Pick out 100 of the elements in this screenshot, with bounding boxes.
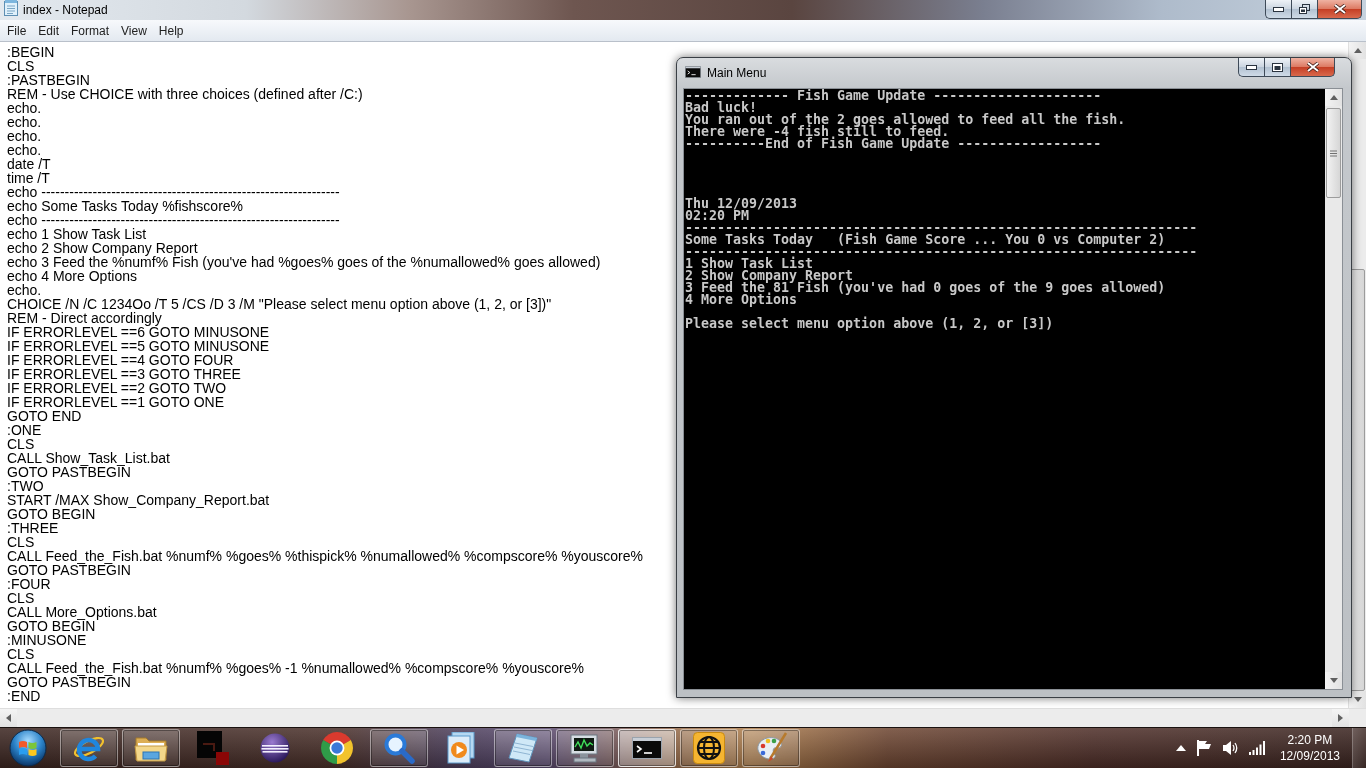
squares-icon — [197, 731, 229, 765]
right-arrow-icon — [1338, 714, 1343, 722]
code-line: IF ERRORLEVEL ==6 GOTO MINUSONE — [7, 325, 270, 339]
code-line: echo. — [7, 129, 42, 143]
code-line: echo 1 Show Task List — [7, 227, 147, 241]
minimize-button[interactable] — [1265, 0, 1291, 19]
menu-item[interactable]: Edit — [32, 21, 66, 40]
code-line: CLS — [7, 535, 35, 549]
taskbar-button[interactable] — [370, 729, 428, 767]
taskbar-button[interactable] — [122, 729, 180, 767]
code-line: echo Some Tasks Today %fishscore% — [7, 199, 244, 213]
menu-item[interactable]: File — [1, 21, 33, 40]
console-line: ------------- Fish Game Update --------------------- — [685, 90, 1102, 102]
code-line: IF ERRORLEVEL ==3 GOTO THREE — [7, 367, 241, 381]
scroll-up-button[interactable] — [1349, 42, 1366, 59]
code-line: :MINUSONE — [7, 633, 87, 647]
code-line: GOTO END — [7, 409, 82, 423]
palette-icon — [754, 732, 788, 764]
striped-sphere-icon — [260, 733, 290, 763]
menu-item[interactable]: Help — [152, 21, 190, 40]
show-desktop-button[interactable] — [1352, 728, 1366, 768]
code-line: date /T — [7, 157, 51, 171]
close-button[interactable] — [1317, 0, 1362, 19]
caret-up-icon — [1175, 745, 1186, 751]
code-line: echo. — [7, 115, 42, 129]
code-line: REM - Use CHOICE with three choices (defined after /C:) — [7, 87, 363, 101]
console-line: 4 More Options — [685, 294, 798, 306]
code-line: CHOICE /N /C 1234Oo /T 5 /CS /D 3 /M "Please select menu option above (1, 2, or [3])" — [7, 297, 552, 311]
notepad-icon — [4, 0, 18, 16]
code-line: :BEGIN — [7, 45, 55, 59]
menu-item[interactable]: View — [115, 21, 153, 40]
scroll-down-button[interactable] — [1349, 691, 1366, 708]
down-arrow-icon — [1329, 678, 1338, 683]
play-icon — [446, 732, 476, 764]
code-line: time /T — [7, 171, 50, 185]
console-line: ----------End of Fish Game Update ------------------ — [685, 138, 1102, 150]
restore-icon — [1299, 4, 1310, 14]
code-line: GOTO PASTBEGIN — [7, 563, 131, 577]
code-line: echo ---------------------------------------------------------------- — [7, 185, 340, 199]
menu-item[interactable]: Format — [65, 21, 116, 40]
vertical-scrollbar[interactable] — [1325, 89, 1342, 689]
console-line: Some Tasks Today (Fish Game Score ... You 0 vs Computer 2) — [685, 234, 1166, 246]
up-arrow-icon — [1329, 95, 1338, 100]
code-line: CALL Feed_the_Fish.bat %numf% %goes% %thispick% %numallowed% %compscore% %youscore% — [7, 549, 643, 563]
minimize-icon — [1273, 6, 1284, 12]
code-line: GOTO PASTBEGIN — [7, 465, 131, 479]
taskbar-button[interactable] — [556, 729, 614, 767]
grip-icon — [1330, 149, 1337, 157]
restore-button[interactable] — [1291, 0, 1317, 19]
code-line: IF ERRORLEVEL ==2 GOTO TWO — [7, 381, 227, 395]
segmented-circle-icon — [321, 732, 353, 764]
window-title: index - Notepad — [23, 3, 108, 17]
scroll-up-button[interactable] — [1325, 89, 1342, 106]
code-line: echo 4 More Options — [7, 269, 137, 283]
code-line: GOTO BEGIN — [7, 619, 96, 633]
console-line: Please select menu option above (1, 2, or [3]) — [685, 318, 1054, 330]
code-line: GOTO BEGIN — [7, 507, 96, 521]
minimize-button[interactable] — [1238, 58, 1264, 77]
code-line: CALL Show_Task_List.bat — [7, 451, 170, 465]
magnifier-icon — [383, 732, 415, 764]
code-line: echo. — [7, 283, 42, 297]
console-line: Thu 12/09/2013 — [685, 198, 798, 210]
flag-icon — [1195, 740, 1212, 756]
code-line: IF ERRORLEVEL ==5 GOTO MINUSONE — [7, 339, 270, 353]
code-line: CALL More_Options.bat — [7, 605, 157, 619]
scroll-right-button[interactable] — [1332, 709, 1349, 727]
maximize-icon — [1272, 62, 1283, 72]
code-line: CLS — [7, 591, 35, 605]
code-line: :END — [7, 689, 41, 703]
globe-icon — [693, 732, 725, 764]
code-line: CLS — [7, 647, 35, 661]
code-line: echo ---------------------------------------------------------------- — [7, 213, 340, 227]
minimize-icon — [1246, 64, 1257, 70]
maximize-button[interactable] — [1264, 58, 1290, 77]
code-line: echo. — [7, 101, 42, 115]
taskbar-button[interactable] — [618, 729, 676, 767]
code-line: echo. — [7, 143, 42, 157]
speaker-icon — [1221, 740, 1239, 756]
taskbar-button[interactable] — [494, 729, 552, 767]
clock-button[interactable]: 2:20 PM 12/09/2013 — [1273, 732, 1346, 764]
console-line: 1 Show Task List — [685, 258, 814, 270]
scroll-thumb[interactable] — [1326, 108, 1341, 198]
code-line: IF ERRORLEVEL ==1 GOTO ONE — [7, 395, 225, 409]
close-icon — [1333, 4, 1346, 14]
code-line: START /MAX Show_Company_Report.bat — [7, 493, 270, 507]
scroll-left-button[interactable] — [0, 709, 17, 727]
signal-icon — [1248, 741, 1265, 755]
code-line: :PASTBEGIN — [7, 73, 90, 87]
code-line: echo 2 Show Company Report — [7, 241, 198, 255]
code-line: :ONE — [7, 423, 42, 437]
taskbar-button[interactable] — [742, 729, 800, 767]
close-button[interactable] — [1290, 58, 1335, 77]
code-line: echo 3 Feed the %numf% Fish (you've had %goes% goes of the %numallowed% goes allowed) — [7, 255, 601, 269]
taskbar-button[interactable] — [60, 729, 118, 767]
taskbar-button[interactable] — [680, 729, 738, 767]
window-title: Main Menu — [707, 66, 767, 80]
console-line: 2 Show Company Report — [685, 270, 854, 282]
code-line: CLS — [7, 437, 35, 451]
scroll-down-button[interactable] — [1325, 672, 1342, 689]
code-line: CLS — [7, 59, 35, 73]
